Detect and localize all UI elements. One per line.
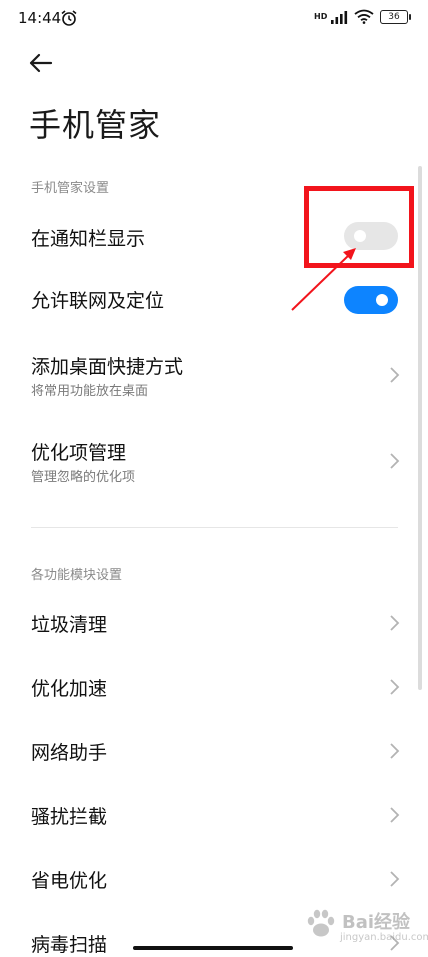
status-bar: 14:44 HD 36 (0, 0, 428, 38)
cellular-signal-icon (331, 10, 348, 24)
settings-row-speed-boost[interactable]: 优化加速 (0, 662, 428, 714)
section-label-app-settings: 手机管家设置 (31, 181, 110, 196)
row-title: 允许联网及定位 (31, 290, 165, 312)
home-indicator[interactable] (133, 946, 293, 950)
watermark-text: Bai经验 (342, 912, 411, 933)
back-arrow-icon[interactable] (26, 48, 56, 78)
settings-row-desktop-shortcut[interactable]: 添加桌面快捷方式 将常用功能放在桌面 (0, 340, 428, 412)
status-time: 14:44 (18, 9, 62, 27)
chevron-right-icon (390, 679, 400, 695)
battery-icon: 36 (380, 9, 411, 24)
watermark-url: jingyan.baidu.com (340, 932, 428, 943)
alarm-clock-icon (61, 10, 77, 26)
status-icons: HD 36 (314, 9, 411, 24)
section-label-module-settings: 各功能模块设置 (31, 568, 123, 583)
chevron-right-icon (390, 743, 400, 759)
chevron-right-icon (390, 807, 400, 823)
annotation-highlight-box (304, 186, 414, 268)
chevron-right-icon (390, 453, 400, 469)
scrollbar[interactable] (418, 166, 422, 690)
toggle-knob (376, 294, 388, 306)
page-title: 手机管家 (29, 106, 162, 144)
row-title: 添加桌面快捷方式 (31, 356, 184, 378)
wifi-icon (354, 9, 374, 24)
chevron-right-icon (390, 367, 400, 383)
row-title: 优化项管理 (31, 442, 127, 464)
settings-row-junk-cleanup[interactable]: 垃圾清理 (0, 598, 428, 650)
row-title: 优化加速 (31, 678, 108, 700)
settings-row-battery-saver[interactable]: 省电优化 (0, 854, 428, 906)
row-title: 省电优化 (31, 870, 108, 892)
network-location-toggle[interactable] (344, 286, 398, 314)
settings-row-optimization-items[interactable]: 优化项管理 管理忽略的优化项 (0, 426, 428, 498)
section-divider (31, 527, 398, 528)
hd-label: HD (314, 11, 328, 21)
row-title: 网络助手 (31, 742, 108, 764)
settings-row-network-assistant[interactable]: 网络助手 (0, 726, 428, 778)
chevron-right-icon (390, 871, 400, 887)
paw-logo-icon (307, 909, 335, 937)
row-title: 垃圾清理 (31, 614, 108, 636)
row-subtitle: 管理忽略的优化项 (31, 470, 136, 485)
chevron-right-icon (390, 615, 400, 631)
baidu-watermark: Bai经验 jingyan.baidu.com (304, 902, 428, 948)
row-title: 病毒扫描 (31, 934, 108, 956)
row-title: 在通知栏显示 (31, 228, 146, 250)
settings-row-network-location[interactable]: 允许联网及定位 (0, 272, 428, 328)
settings-row-spam-blocking[interactable]: 骚扰拦截 (0, 790, 428, 842)
row-subtitle: 将常用功能放在桌面 (31, 384, 149, 399)
row-title: 骚扰拦截 (31, 806, 108, 828)
battery-level: 36 (388, 11, 400, 22)
